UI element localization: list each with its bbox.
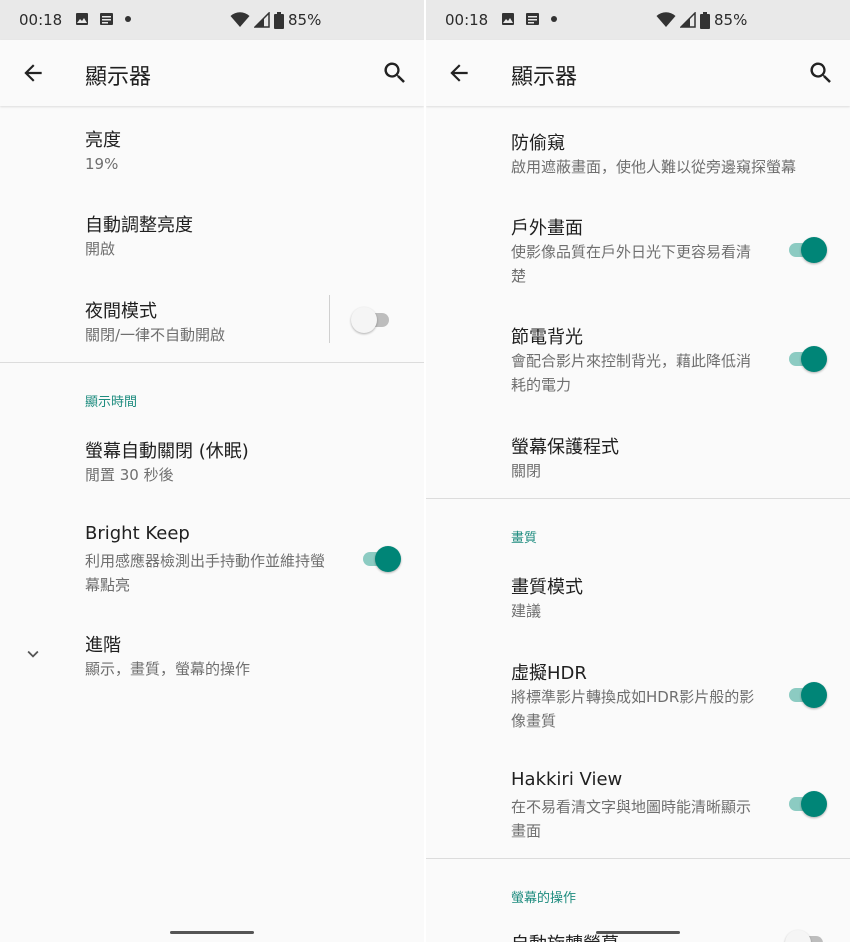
- outdoor-view-toggle[interactable]: [787, 235, 827, 263]
- item-title: 防偷窺: [511, 133, 565, 154]
- section-header-quality: 畫質: [511, 531, 538, 546]
- item-title: 戶外畫面: [511, 218, 583, 239]
- advanced-item[interactable]: 進階 顯示，畫質，螢幕的操作: [0, 631, 424, 691]
- app-bar: 顯示器: [0, 40, 424, 106]
- item-summary: 利用感應器檢測出手持動作並維持螢幕點亮: [85, 552, 326, 594]
- back-arrow-icon[interactable]: [20, 60, 46, 86]
- signal-icon: [254, 12, 270, 28]
- page-title: 顯示器: [85, 65, 152, 90]
- divider: [426, 858, 850, 859]
- dot-icon: [125, 16, 131, 22]
- item-summary: 將標準影片轉換成如HDR影片般的影像畫質: [511, 688, 755, 730]
- item-title: 自動調整亮度: [85, 215, 193, 236]
- divider: [329, 295, 330, 343]
- right-screen: 00:18 85% 顯示器 防偷窺 啟用遮蔽畫面，使他人難以從旁邊窺探螢幕 戶外…: [426, 0, 850, 942]
- item-summary: 顯示，畫質，螢幕的操作: [85, 660, 251, 678]
- item-title: 畫質模式: [511, 577, 583, 598]
- divider: [0, 362, 424, 363]
- item-title: 節電背光: [511, 327, 583, 348]
- battery-icon: [700, 11, 710, 29]
- picture-mode-item[interactable]: 畫質模式 建議: [426, 573, 850, 633]
- night-mode-toggle[interactable]: [351, 305, 393, 333]
- battery-percent: 85%: [288, 11, 322, 29]
- virtual-hdr-toggle[interactable]: [787, 680, 827, 708]
- item-summary: 在不易看清文字與地圖時能清晰顯示畫面: [511, 798, 752, 840]
- item-summary: 啟用遮蔽畫面，使他人難以從旁邊窺探螢幕: [511, 158, 797, 176]
- status-bar: 00:18 85%: [0, 0, 424, 40]
- auto-brightness-item[interactable]: 自動調整亮度 開啟: [0, 211, 424, 271]
- brightness-item[interactable]: 亮度 19%: [0, 126, 424, 186]
- message-icon: [526, 13, 539, 25]
- divider: [426, 498, 850, 499]
- hakkiri-view-toggle[interactable]: [787, 789, 827, 817]
- item-title: 夜間模式: [85, 301, 157, 322]
- item-title: 亮度: [85, 130, 121, 151]
- item-summary: 開啟: [85, 240, 116, 258]
- section-header-display-time: 顯示時間: [85, 395, 138, 410]
- status-bar: 00:18 85%: [426, 0, 850, 40]
- item-summary: 會配合影片來控制背光，藉此降低消耗的電力: [511, 352, 752, 394]
- bright-keep-toggle[interactable]: [361, 544, 401, 572]
- nav-gesture-handle[interactable]: [170, 931, 254, 934]
- item-summary: 閒置 30 秒後: [85, 466, 174, 484]
- dot-icon: [551, 16, 557, 22]
- power-saving-backlight-toggle[interactable]: [787, 344, 827, 372]
- image-icon: [76, 13, 88, 25]
- item-title: 螢幕自動關閉 (休眠): [85, 441, 249, 462]
- left-screen: 00:18 85% 顯示器 亮度 19% 自動調整亮度 開啟 夜間模式 關閉/一…: [0, 0, 424, 942]
- item-summary: 19%: [85, 155, 119, 173]
- wifi-icon: [656, 12, 676, 27]
- item-title: Hakkiri View: [511, 769, 623, 790]
- message-icon: [100, 13, 113, 25]
- section-header-screen-ops: 螢幕的操作: [511, 891, 577, 906]
- battery-percent: 85%: [714, 11, 748, 29]
- search-icon[interactable]: [381, 59, 409, 87]
- auto-rotate-toggle[interactable]: [785, 928, 827, 942]
- item-summary: 關閉: [511, 462, 542, 480]
- item-summary: 關閉/一律不自動開啟: [85, 326, 226, 344]
- app-bar: 顯示器: [426, 40, 850, 106]
- item-summary: 建議: [511, 602, 542, 620]
- battery-icon: [274, 11, 284, 29]
- screensaver-item[interactable]: 螢幕保護程式 關閉: [426, 433, 850, 493]
- page-title: 顯示器: [511, 65, 578, 90]
- item-summary: 使影像品質在戶外日光下更容易看清楚: [511, 243, 752, 285]
- nav-gesture-handle[interactable]: [596, 931, 680, 934]
- item-title: Bright Keep: [85, 523, 190, 544]
- privacy-filter-item[interactable]: 防偷窺 啟用遮蔽畫面，使他人難以從旁邊窺探螢幕: [426, 129, 850, 189]
- status-time: 00:18: [445, 11, 489, 29]
- back-arrow-icon[interactable]: [446, 60, 472, 86]
- item-title: 進階: [85, 635, 121, 656]
- screen-timeout-item[interactable]: 螢幕自動關閉 (休眠) 閒置 30 秒後: [0, 437, 424, 497]
- item-title: 螢幕保護程式: [511, 437, 619, 458]
- search-icon[interactable]: [807, 59, 835, 87]
- item-title: 虛擬HDR: [511, 663, 587, 684]
- image-icon: [502, 13, 514, 25]
- wifi-icon: [230, 12, 250, 27]
- status-time: 00:18: [19, 11, 63, 29]
- signal-icon: [680, 12, 696, 28]
